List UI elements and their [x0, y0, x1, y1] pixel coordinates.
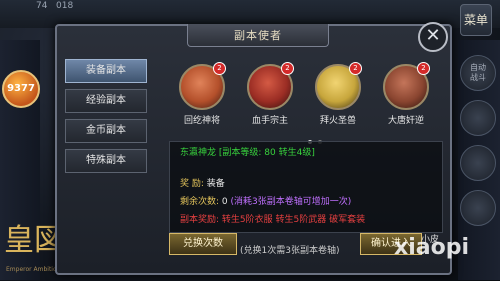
boss-portrait: 2	[247, 62, 294, 110]
boss-count-badge: 2	[417, 62, 430, 75]
boss-name: 回纥神将	[183, 116, 220, 126]
remaining-row: 剩余次数: 0 (消耗3张副本卷轴可增加一次)	[180, 194, 351, 207]
exchange-note: (兑换1次需3张副本卷轴)	[240, 246, 340, 256]
reward-value: 装备	[206, 179, 225, 189]
watermark: xiaopi	[394, 235, 469, 260]
hud-level: 74 018	[36, 1, 74, 11]
boss-name: 拜火圣兽	[319, 116, 356, 126]
drops-label: 副本奖励:	[180, 215, 220, 225]
drops-row: 副本奖励: 转生5阶衣服 转生5阶武器 破军套装	[180, 212, 365, 225]
dungeon-level: [副本等级: 80 转生4级]	[218, 148, 315, 158]
right-skill-slot[interactable]	[460, 145, 496, 181]
boss-name: 血手宗主	[251, 116, 288, 126]
dungeon-dialog: 副本使者 ✕ 装备副本 经验副本 金币副本 特殊副本 2 回纥神将 2 血手宗主…	[55, 22, 452, 275]
tab-special-dungeon[interactable]: 特殊副本	[65, 149, 147, 173]
tab-equipment-dungeon[interactable]: 装备副本	[65, 59, 147, 83]
boss-card[interactable]: 2 血手宗主	[240, 62, 300, 126]
remaining-note: (消耗3张副本卷轴可增加一次)	[230, 197, 352, 207]
boss-name: 大唐奸逆	[387, 116, 424, 126]
boss-count-badge: 2	[281, 62, 294, 75]
remaining-label: 剩余次数:	[180, 197, 220, 207]
menu-button[interactable]: 菜单	[460, 4, 492, 36]
badge-9377[interactable]: 9377	[2, 70, 40, 108]
close-button[interactable]: ✕	[418, 22, 448, 52]
exchange-button[interactable]: 兑换次数	[169, 233, 237, 255]
remaining-value: 0	[221, 197, 228, 207]
game-logo-subtitle: Emperor Ambition	[6, 266, 61, 273]
tab-experience-dungeon[interactable]: 经验副本	[65, 89, 147, 113]
boss-card[interactable]: 2 回纥神将	[172, 62, 232, 126]
boss-card[interactable]: 2 拜火圣兽	[308, 62, 368, 126]
boss-portrait: 2	[315, 62, 362, 110]
boss-portrait: 2	[179, 62, 226, 110]
auto-battle-button[interactable]: 自动 战斗	[460, 55, 496, 91]
dungeon-info-panel: 东瀛神龙 [副本等级: 80 转生4级] 奖 励: 装备 剩余次数: 0 (消耗…	[169, 141, 443, 233]
boss-list: 2 回纥神将 2 血手宗主 2 拜火圣兽 2 大唐奸逆	[172, 62, 442, 134]
boss-portrait: 2	[383, 62, 430, 110]
dialog-title-bar: 副本使者	[187, 24, 329, 47]
right-skill-slot[interactable]	[460, 190, 496, 226]
boss-card[interactable]: 2 大唐奸逆	[376, 62, 436, 126]
boss-count-badge: 2	[349, 62, 362, 75]
drops-value: 转生5阶衣服 转生5阶武器 破军套装	[221, 215, 366, 225]
reward-label: 奖 励:	[180, 179, 204, 189]
dungeon-boss-line: 东瀛神龙 [副本等级: 80 转生4级]	[180, 145, 315, 158]
dialog-title: 副本使者	[234, 29, 282, 42]
right-skill-slot[interactable]	[460, 100, 496, 136]
tab-gold-dungeon[interactable]: 金币副本	[65, 119, 147, 143]
close-icon: ✕	[425, 25, 441, 46]
boss-count-badge: 2	[213, 62, 226, 75]
dungeon-tabs: 装备副本 经验副本 金币副本 特殊副本	[65, 59, 147, 179]
dungeon-boss-name: 东瀛神龙	[180, 148, 217, 158]
reward-row: 奖 励: 装备	[180, 176, 225, 189]
